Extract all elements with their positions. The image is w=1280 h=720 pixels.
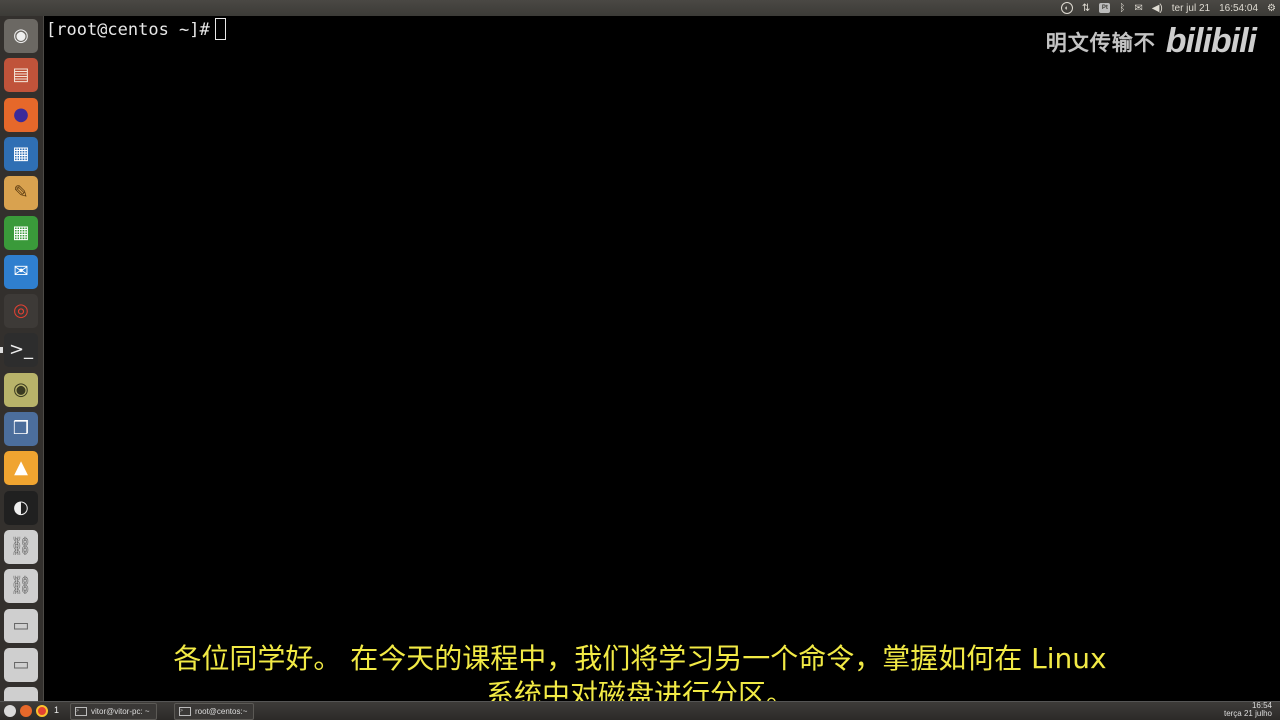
launcher-glyph: ◉ — [13, 25, 29, 46]
launcher: ◉▤●▦✎▦✉◎>_◉❒▲◐⛓⛓▭▭▭ — [0, 16, 44, 702]
launcher-glyph: ▭ — [12, 614, 30, 636]
bluetooth-icon[interactable]: ᛒ — [1119, 0, 1125, 16]
clock[interactable]: 16:54 terça 21 julho — [1224, 702, 1272, 718]
launcher-glyph: ▤ — [12, 64, 30, 86]
task-label: root@centos:~ — [195, 707, 248, 716]
audio-player-icon[interactable]: ◉ — [4, 372, 38, 407]
text-editor-icon[interactable]: ✎ — [4, 176, 38, 211]
workspace-switcher[interactable]: 1 — [54, 705, 59, 715]
clock-date: terça 21 julho — [1223, 709, 1272, 718]
date-label[interactable]: ter jul 21 — [1172, 0, 1210, 16]
launcher-glyph: ✉ — [13, 260, 29, 282]
launcher-glyph: ⛓ — [9, 535, 33, 557]
launcher-glyph: ▦ — [12, 142, 30, 164]
launcher-glyph: ❒ — [12, 418, 30, 439]
watermark-text: 明文传输不 — [1045, 30, 1156, 55]
active-app-indicator — [0, 347, 3, 354]
usb-drive-icon[interactable]: ⛓ — [4, 569, 38, 604]
volume-icon[interactable]: ◀) — [1152, 0, 1163, 16]
vlc-64-icon[interactable]: ▲ — [4, 451, 38, 486]
terminal-icon: > — [179, 707, 191, 716]
launcher-glyph: ▲ — [14, 457, 28, 479]
subtitle-line-1: 各位同学好。 在今天的课程中，我们将学习另一个命令，掌握如何在 Linux — [173, 642, 1107, 675]
show-desktop-icon[interactable] — [4, 705, 16, 717]
terminal-icon: > — [75, 707, 87, 716]
obs-studio-icon[interactable]: ◐ — [4, 490, 38, 525]
firefox-icon[interactable]: ● — [4, 97, 38, 132]
terminal-window[interactable]: [root@centos ~]# — [44, 16, 1280, 702]
usb-drive-icon[interactable]: ⛓ — [4, 529, 38, 564]
taskbar-button-vitor[interactable]: > vitor@vitor-pc: ~ — [70, 703, 157, 720]
time-label[interactable]: 16:54:04 — [1219, 0, 1258, 16]
network-icon[interactable]: ⇅ — [1082, 0, 1090, 16]
thunderbird-icon[interactable]: ✉ — [4, 254, 38, 289]
drive-icon[interactable]: ▭ — [4, 608, 38, 643]
bottom-panel: 1 > vitor@vitor-pc: ~ > root@centos:~ 16… — [0, 701, 1280, 720]
launcher-glyph: ⛓ — [9, 575, 33, 597]
launcher-glyph: >_ — [8, 339, 34, 361]
chrome-icon[interactable] — [36, 705, 48, 717]
libreoffice-writer-icon[interactable]: ▦ — [4, 136, 38, 171]
bilibili-logo: bilibili — [1165, 22, 1257, 60]
terminal-prompt: [root@centos ~]# — [46, 18, 226, 40]
mail-icon[interactable]: ✉ — [1134, 0, 1142, 16]
prompt-text: [root@centos ~]# — [46, 20, 210, 40]
files-icon[interactable]: ▤ — [4, 58, 38, 93]
launcher-glyph: ◎ — [13, 300, 29, 322]
taskbar-button-root[interactable]: > root@centos:~ — [174, 703, 255, 720]
power-gear-icon[interactable]: ⚙ — [1267, 0, 1276, 16]
launcher-glyph: ◐ — [13, 496, 29, 518]
obs-icon[interactable]: ◐ — [1060, 2, 1073, 14]
launcher-glyph: ▦ — [12, 221, 30, 243]
top-panel: ◐ ⇅ Pt ᛒ ✉ ◀) ter jul 21 16:54:04 ⚙ — [0, 0, 1280, 16]
launcher-glyph: ✎ — [13, 182, 29, 204]
indicator-area: ◐ ⇅ Pt ᛒ ✉ ◀) ter jul 21 16:54:04 ⚙ — [1060, 0, 1276, 16]
libreoffice-calc-icon[interactable]: ▦ — [4, 215, 38, 250]
terminal-icon[interactable]: >_ — [4, 333, 38, 368]
dash-home-icon[interactable]: ◉ — [4, 19, 38, 53]
bilibili-watermark: 明文传输不 bilibili — [1045, 22, 1257, 61]
virtualbox-icon[interactable]: ❒ — [4, 412, 38, 446]
launcher-glyph: ◉ — [13, 378, 29, 400]
text-cursor — [214, 18, 226, 40]
task-label: vitor@vitor-pc: ~ — [91, 707, 150, 716]
launcher-glyph: ● — [13, 103, 29, 125]
chrome-icon[interactable]: ◎ — [4, 294, 38, 329]
keyboard-pt-icon[interactable]: Pt — [1099, 3, 1111, 13]
firefox-icon[interactable] — [20, 705, 32, 717]
